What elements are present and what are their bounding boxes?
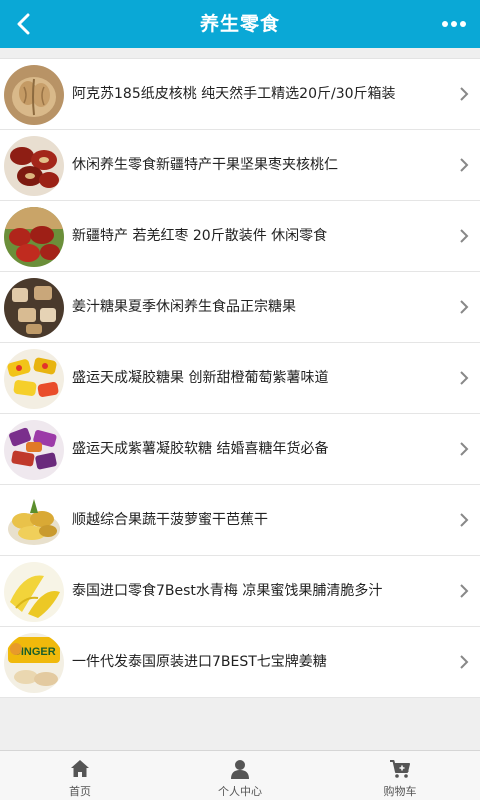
ginger-pack-image: GINGER <box>4 633 64 693</box>
product-thumbnail <box>4 491 64 551</box>
ginger-candy-image <box>4 278 64 338</box>
bottom-tab-bar: 首页 个人中心 购物车 <box>0 750 480 800</box>
tab-label: 购物车 <box>383 785 417 798</box>
product-name: 顺越综合果蔬干菠萝蜜干芭蕉干 <box>72 512 268 528</box>
page-title: 养生零食 <box>199 13 280 35</box>
product-thumbnail <box>4 420 64 480</box>
user-icon <box>231 760 249 779</box>
tab-cart[interactable]: 购物车 <box>320 751 480 800</box>
product-name: 泰国进口零食7Best水青梅 凉果蜜饯果脯清脆多汁 <box>72 583 383 599</box>
list-item[interactable]: 新疆特产 若羌红枣 20斤散装件 休闲零食 <box>0 201 480 272</box>
chevron-right-icon <box>458 157 470 173</box>
green-plum-image <box>4 562 64 622</box>
red-dates-image <box>4 207 64 267</box>
list-item[interactable]: 顺越综合果蔬干菠萝蜜干芭蕉干 <box>0 485 480 556</box>
product-name: 休闲养生零食新疆特产干果坚果枣夹核桃仁 <box>72 157 338 173</box>
list-item[interactable]: 休闲养生零食新疆特产干果坚果枣夹核桃仁 <box>0 130 480 201</box>
jelly-candy-image <box>4 349 64 409</box>
product-thumbnail <box>4 207 64 267</box>
chevron-right-icon <box>458 441 470 457</box>
list-item[interactable]: 盛运天成凝胶糖果 创新甜橙葡萄紫薯味道 <box>0 343 480 414</box>
dried-fruit-image <box>4 491 64 551</box>
list-item[interactable]: 姜汁糖果夏季休闲养生食品正宗糖果 <box>0 272 480 343</box>
tab-label: 个人中心 <box>218 785 262 798</box>
product-thumbnail <box>4 349 64 409</box>
tab-label: 首页 <box>69 785 91 798</box>
product-name: 阿克苏185纸皮核桃 纯天然手工精选20斤/30斤箱装 <box>72 86 396 102</box>
more-button[interactable] <box>436 8 472 40</box>
purple-candy-image <box>4 420 64 480</box>
chevron-right-icon <box>458 370 470 386</box>
dates-with-walnut-image <box>4 136 64 196</box>
product-name: 盛运天成紫薯凝胶软糖 结婚喜糖年货必备 <box>72 441 329 457</box>
chevron-right-icon <box>458 512 470 528</box>
list-item[interactable]: 盛运天成紫薯凝胶软糖 结婚喜糖年货必备 <box>0 414 480 485</box>
product-name: 新疆特产 若羌红枣 20斤散装件 休闲零食 <box>72 228 328 244</box>
tab-profile[interactable]: 个人中心 <box>160 751 320 800</box>
product-thumbnail <box>4 278 64 338</box>
more-dots-icon <box>442 21 448 27</box>
product-thumbnail <box>4 136 64 196</box>
chevron-right-icon <box>458 228 470 244</box>
chevron-right-icon <box>458 299 470 315</box>
product-name: 盛运天成凝胶糖果 创新甜橙葡萄紫薯味道 <box>72 370 329 386</box>
product-thumbnail <box>4 65 64 125</box>
product-list: 阿克苏185纸皮核桃 纯天然手工精选20斤/30斤箱装 休闲养生零食新疆特产干果… <box>0 58 480 698</box>
chevron-right-icon <box>458 86 470 102</box>
home-icon <box>71 760 89 777</box>
walnuts-image <box>4 65 64 125</box>
top-bar: 养生零食 <box>0 0 480 48</box>
chevron-right-icon <box>458 583 470 599</box>
list-item[interactable]: GINGER 一件代发泰国原装进口7BEST七宝牌姜糖 <box>0 627 480 698</box>
list-item[interactable]: 阿克苏185纸皮核桃 纯天然手工精选20斤/30斤箱装 <box>0 59 480 130</box>
product-name: 一件代发泰国原装进口7BEST七宝牌姜糖 <box>72 654 327 670</box>
cart-icon <box>390 760 410 778</box>
chevron-right-icon <box>458 654 470 670</box>
list-item[interactable]: 泰国进口零食7Best水青梅 凉果蜜饯果脯清脆多汁 <box>0 556 480 627</box>
product-thumbnail: GINGER <box>4 633 64 693</box>
product-thumbnail <box>4 562 64 622</box>
product-name: 姜汁糖果夏季休闲养生食品正宗糖果 <box>72 299 296 315</box>
tab-home[interactable]: 首页 <box>0 751 160 800</box>
